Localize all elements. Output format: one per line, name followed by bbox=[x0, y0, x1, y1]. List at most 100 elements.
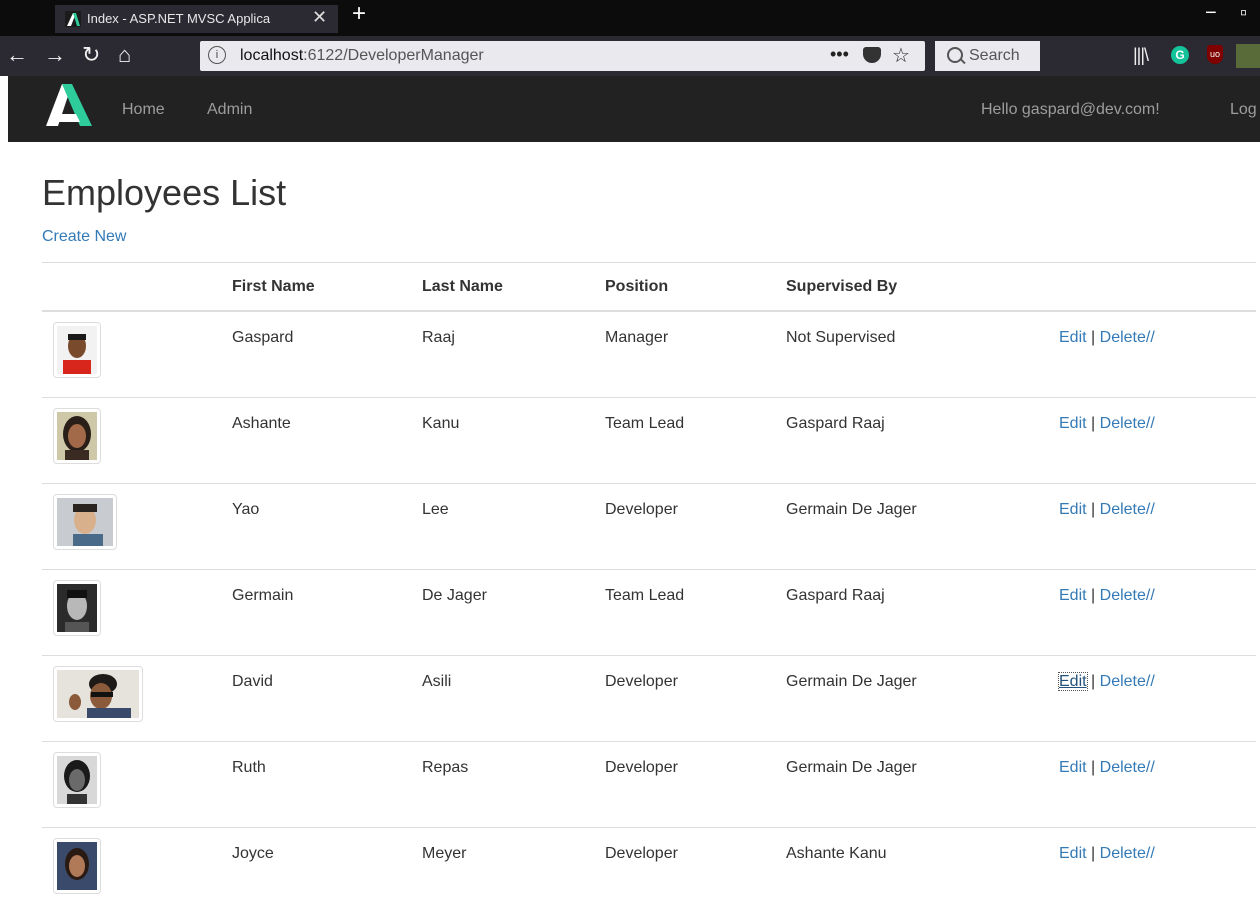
app-logo-icon[interactable] bbox=[42, 80, 96, 128]
trailing-link[interactable]: // bbox=[1146, 759, 1155, 776]
library-icon[interactable]: |||\ bbox=[1133, 45, 1148, 66]
action-separator: | bbox=[1091, 845, 1095, 862]
delete-link[interactable]: Delete bbox=[1100, 673, 1146, 690]
trailing-link[interactable]: // bbox=[1146, 415, 1155, 432]
supervised-by-header: Supervised By bbox=[786, 263, 1059, 312]
last-name-cell: Repas bbox=[422, 742, 605, 777]
edit-link[interactable]: Edit bbox=[1059, 415, 1087, 432]
trailing-link[interactable]: // bbox=[1146, 673, 1155, 690]
table-row: Ashante Kanu Team Lead Gaspard Raaj Edit… bbox=[42, 398, 1256, 484]
photo-cell bbox=[42, 311, 232, 398]
url-bar[interactable]: i localhost:6122/DeveloperManager ••• ☆ bbox=[200, 41, 925, 71]
grammarly-extension-icon[interactable]: G bbox=[1171, 46, 1189, 64]
last-name-cell: Lee bbox=[422, 484, 605, 519]
supervisor-cell: Germain De Jager bbox=[786, 484, 1059, 519]
last-name-cell: Raaj bbox=[422, 312, 605, 347]
forward-arrow-icon[interactable]: → bbox=[44, 42, 66, 68]
page-title: Employees List bbox=[42, 172, 286, 214]
table-row: Yao Lee Developer Germain De Jager Edit … bbox=[42, 484, 1256, 570]
edit-link[interactable]: Edit bbox=[1059, 845, 1087, 862]
supervisor-cell: Gaspard Raaj bbox=[786, 398, 1059, 433]
edit-link[interactable]: Edit bbox=[1059, 673, 1087, 690]
employee-photo bbox=[53, 838, 101, 894]
supervisor-cell: Gaspard Raaj bbox=[786, 570, 1059, 605]
first-name-cell: Joyce bbox=[232, 828, 422, 863]
close-tab-icon[interactable]: ✕ bbox=[312, 7, 327, 28]
edit-link[interactable]: Edit bbox=[1059, 329, 1087, 346]
delete-link[interactable]: Delete bbox=[1100, 845, 1146, 862]
position-cell: Developer bbox=[605, 484, 786, 519]
employee-photo bbox=[53, 580, 101, 636]
employee-photo bbox=[53, 494, 117, 550]
search-input[interactable]: Search bbox=[935, 41, 1040, 71]
create-new-link[interactable]: Create New bbox=[42, 228, 126, 246]
bookmark-star-icon[interactable]: ☆ bbox=[892, 43, 910, 68]
photo-cell bbox=[42, 656, 232, 742]
ublock-extension-icon[interactable]: uo bbox=[1207, 45, 1223, 64]
browser-tab-strip: Index - ASP.NET MVSC Applica ✕ + − ▫ bbox=[0, 0, 1260, 36]
avatar bbox=[57, 670, 139, 718]
new-tab-button[interactable]: + bbox=[352, 0, 366, 28]
supervisor-cell: Not Supervised bbox=[786, 312, 1059, 347]
nav-admin-link[interactable]: Admin bbox=[207, 101, 252, 119]
position-cell: Developer bbox=[605, 828, 786, 863]
maximize-icon[interactable]: ▫ bbox=[1240, 2, 1247, 25]
nav-home-link[interactable]: Home bbox=[122, 101, 165, 119]
first-name-cell: Gaspard bbox=[232, 312, 422, 347]
table-row: Ruth Repas Developer Germain De Jager Ed… bbox=[42, 742, 1256, 828]
avatar bbox=[57, 756, 97, 804]
last-name-cell: Asili bbox=[422, 656, 605, 691]
reload-icon[interactable]: ↻ bbox=[82, 42, 100, 68]
minimize-icon[interactable]: − bbox=[1205, 2, 1217, 25]
delete-link[interactable]: Delete bbox=[1100, 329, 1146, 346]
row-actions: Edit | Delete// bbox=[1059, 828, 1256, 863]
photo-cell bbox=[42, 828, 232, 913]
delete-link[interactable]: Delete bbox=[1100, 415, 1146, 432]
app-navbar: Home Admin Hello gaspard@dev.com! Log bbox=[8, 76, 1260, 142]
photo-cell bbox=[42, 570, 232, 656]
user-greeting-link[interactable]: Hello gaspard@dev.com! bbox=[981, 101, 1160, 119]
back-arrow-icon[interactable]: ← bbox=[6, 42, 28, 68]
action-separator: | bbox=[1091, 415, 1095, 432]
edit-link[interactable]: Edit bbox=[1059, 501, 1087, 518]
trailing-link[interactable]: // bbox=[1146, 845, 1155, 862]
table-row: Gaspard Raaj Manager Not Supervised Edit… bbox=[42, 311, 1256, 398]
extension-icon[interactable] bbox=[1236, 44, 1260, 68]
row-actions: Edit | Delete// bbox=[1059, 570, 1256, 605]
logout-link[interactable]: Log bbox=[1230, 101, 1257, 119]
employee-photo bbox=[53, 666, 143, 722]
avatar bbox=[57, 412, 97, 460]
employee-photo bbox=[53, 322, 101, 378]
edit-link[interactable]: Edit bbox=[1059, 587, 1087, 604]
employees-table: First Name Last Name Position Supervised… bbox=[42, 262, 1256, 913]
delete-link[interactable]: Delete bbox=[1100, 501, 1146, 518]
browser-tab[interactable]: Index - ASP.NET MVSC Applica ✕ bbox=[55, 5, 338, 33]
search-icon bbox=[947, 47, 963, 63]
site-info-icon[interactable]: i bbox=[208, 46, 226, 64]
row-actions: Edit | Delete// bbox=[1059, 742, 1256, 777]
pocket-icon[interactable] bbox=[863, 47, 881, 63]
avatar bbox=[57, 842, 97, 890]
edit-link[interactable]: Edit bbox=[1059, 759, 1087, 776]
delete-link[interactable]: Delete bbox=[1100, 587, 1146, 604]
delete-link[interactable]: Delete bbox=[1100, 759, 1146, 776]
photo-column-header bbox=[42, 263, 232, 312]
position-cell: Team Lead bbox=[605, 570, 786, 605]
url-text[interactable]: localhost:6122/DeveloperManager bbox=[240, 47, 484, 65]
last-name-cell: De Jager bbox=[422, 570, 605, 605]
home-icon[interactable]: ⌂ bbox=[118, 42, 131, 68]
row-actions: Edit | Delete// bbox=[1059, 398, 1256, 433]
page-actions-icon[interactable]: ••• bbox=[830, 44, 849, 65]
action-separator: | bbox=[1091, 673, 1095, 690]
table-row: David Asili Developer Germain De Jager E… bbox=[42, 656, 1256, 742]
trailing-link[interactable]: // bbox=[1146, 587, 1155, 604]
trailing-link[interactable]: // bbox=[1146, 501, 1155, 518]
last-name-header: Last Name bbox=[422, 263, 605, 312]
supervisor-cell: Germain De Jager bbox=[786, 656, 1059, 691]
trailing-link[interactable]: // bbox=[1146, 329, 1155, 346]
tab-title: Index - ASP.NET MVSC Applica bbox=[87, 11, 309, 26]
table-row: Germain De Jager Team Lead Gaspard Raaj … bbox=[42, 570, 1256, 656]
position-cell: Developer bbox=[605, 742, 786, 777]
actions-header bbox=[1059, 263, 1256, 312]
row-actions: Edit | Delete// bbox=[1059, 312, 1256, 347]
